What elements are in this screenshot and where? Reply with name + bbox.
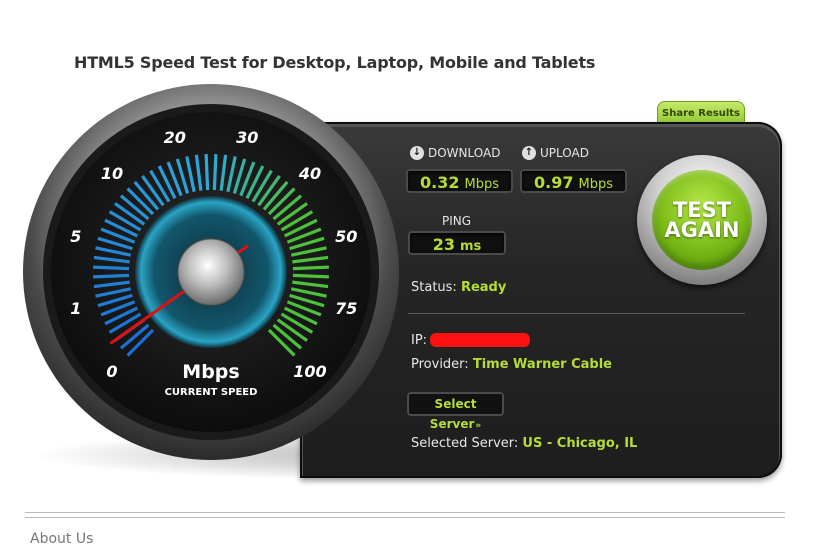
gauge-tick-label: 50 [335,227,357,246]
arrow-up-icon: ↑ [522,146,536,160]
about-us-link[interactable]: About Us [30,531,93,547]
download-value: 0.32 [420,173,460,192]
download-value-box: 0.32 Mbps [406,169,513,193]
gauge-segment [204,154,210,191]
provider-value: Time Warner Cable [472,357,613,372]
ping-value: 23 [432,235,455,254]
gauge-segment [292,273,329,279]
test-again-line1: TEST [672,198,732,222]
gauge-unit: Mbps [182,361,239,383]
gauge-tick-label: 5 [70,227,81,246]
gauge-tick-label: 75 [335,299,357,318]
ping-unit: ms [459,239,482,254]
gauge-segment [93,273,130,279]
gauge-tick-label: 1 [70,299,81,318]
provider-line: Provider: Time Warner Cable [411,357,612,372]
gauge-tick-label: 30 [236,128,258,147]
gauge-caption: CURRENT SPEED [165,387,258,398]
gauge-segment [93,265,130,271]
status-line: Status: Ready [411,280,506,295]
gauge-tick-label: 0 [106,362,117,381]
select-server-button[interactable]: Select Server» [407,392,504,431]
download-label: DOWNLOAD [428,146,501,160]
download-unit: Mbps [464,177,499,192]
gauge-segment [292,265,329,271]
gauge-tick-label: 20 [164,128,186,147]
gauge-tick-label: 10 [101,164,123,183]
upload-heading: ↑ UPLOAD [522,146,589,160]
gauge-hub [177,238,245,306]
speed-test-widget: Share Results 0 1 5 10 20 30 40 50 75 10… [0,0,823,500]
select-server-label: Select Server [429,397,477,431]
upload-unit: Mbps [578,177,613,192]
download-heading: ↓ DOWNLOAD [410,146,500,160]
test-again-line2: AGAIN [664,218,740,242]
upload-label: UPLOAD [540,146,589,160]
gauge-tick-label: 100 [293,362,326,381]
test-again-button[interactable]: TEST AGAIN [652,170,752,270]
upload-value: 0.97 [534,173,574,192]
panel-divider [408,313,745,314]
ping-value-box: 23 ms [408,231,506,255]
selected-server-value: US - Chicago, IL [522,436,638,451]
status-value: Ready [460,280,507,295]
status-label: Status: [411,280,457,295]
selected-server-label: Selected Server: [411,436,519,451]
upload-value-box: 0.97 Mbps [520,169,627,193]
arrow-down-icon: ↓ [410,146,424,160]
selected-server-line: Selected Server: US - Chicago, IL [411,436,637,451]
gauge-segment [212,154,218,191]
ip-label: IP: [411,333,428,348]
footer-divider [25,512,785,518]
gauge-tick-label: 40 [298,164,321,183]
ip-redaction [430,333,530,347]
provider-label: Provider: [411,357,469,372]
ping-label: PING [442,214,472,228]
chevron-down-icon: » [475,421,482,431]
